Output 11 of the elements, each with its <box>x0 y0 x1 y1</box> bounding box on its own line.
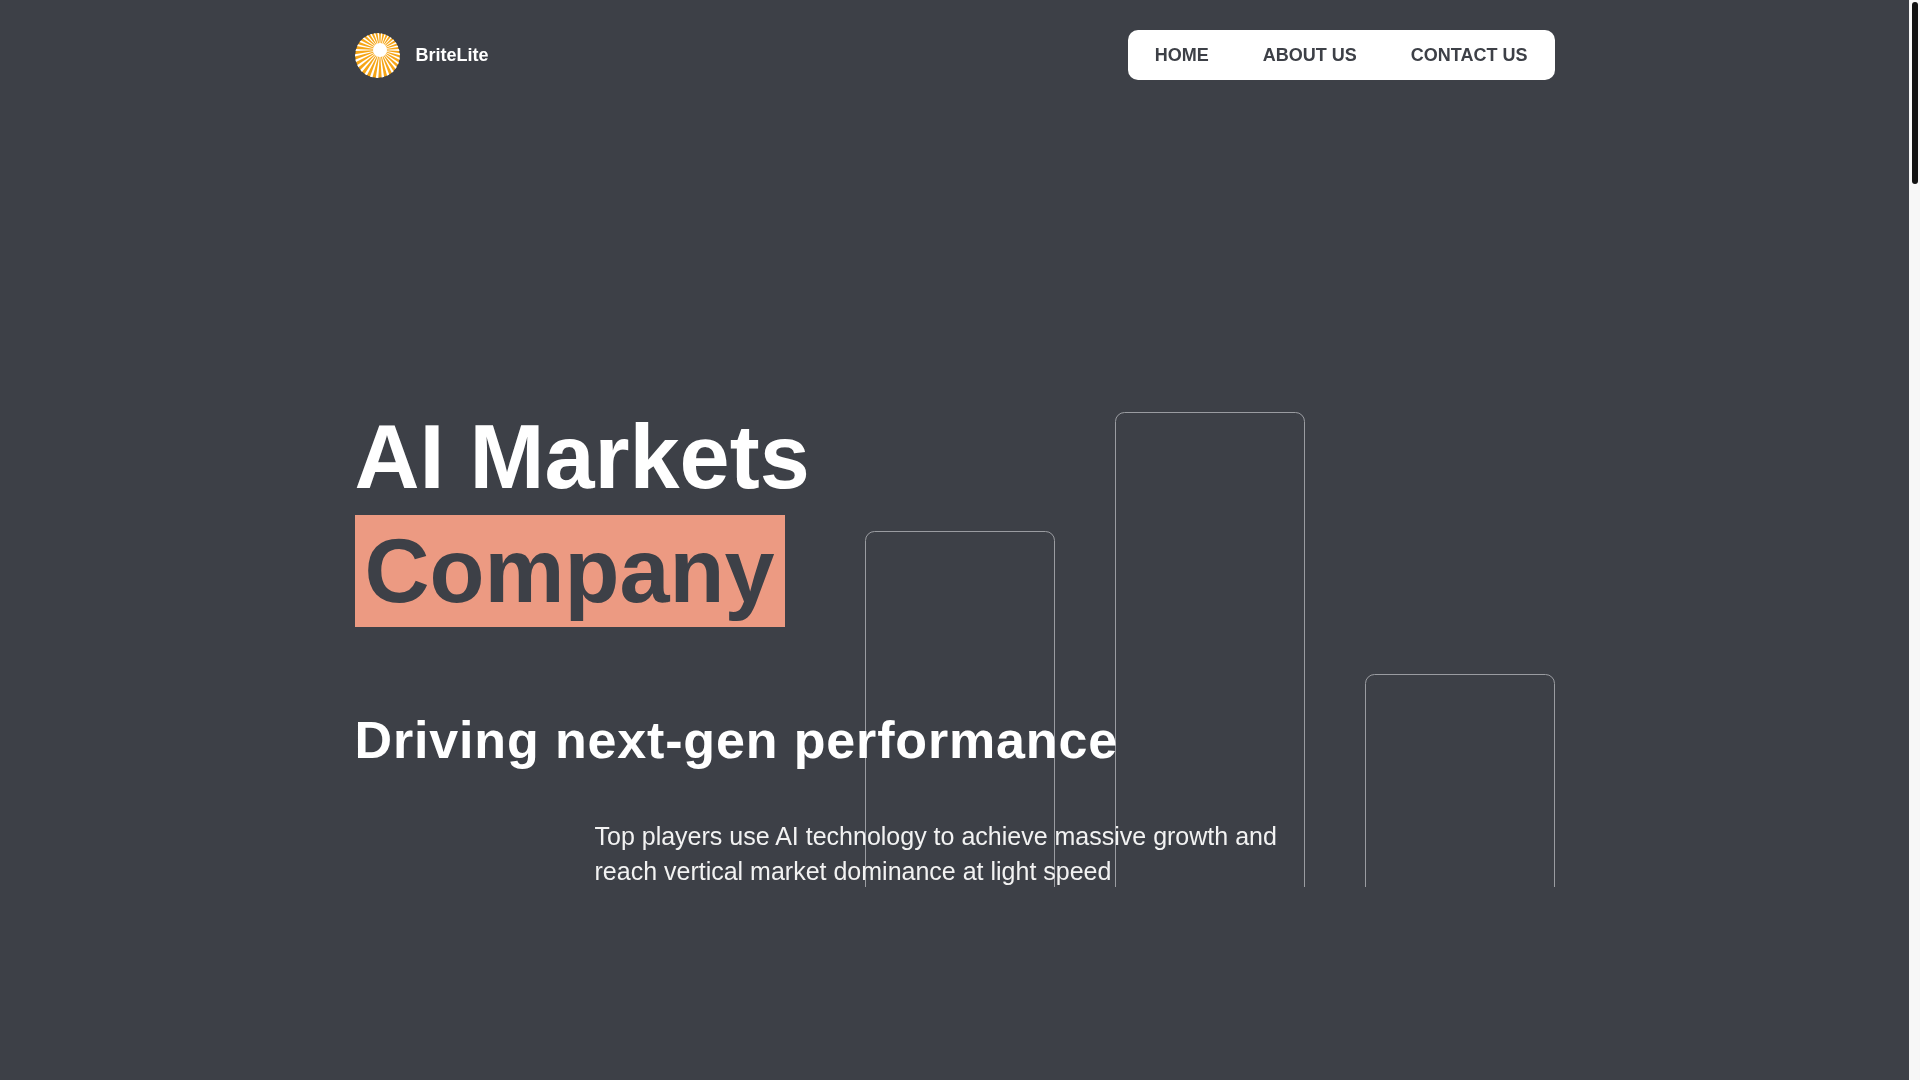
scrollbar-track[interactable] <box>1909 0 1920 1080</box>
highlighted-headline-word: Company <box>354 515 785 627</box>
description-text: Top players use AI technology to achieve massive growth and reach vertical market dominance at light speed <box>594 821 1278 887</box>
brand-name[interactable]: BriteLite <box>415 44 489 66</box>
sun-logo-icon <box>354 32 400 78</box>
nav-link[interactable]: ABOUT US <box>1235 30 1384 80</box>
nav-link[interactable]: HOME <box>1127 30 1236 80</box>
headline: AI Markets <box>354 412 810 502</box>
subheadline: Driving next-gen performance <box>354 710 1118 770</box>
scrollbar-thumb[interactable] <box>1911 2 1918 184</box>
nav-link[interactable]: CONTACT US <box>1383 30 1555 80</box>
